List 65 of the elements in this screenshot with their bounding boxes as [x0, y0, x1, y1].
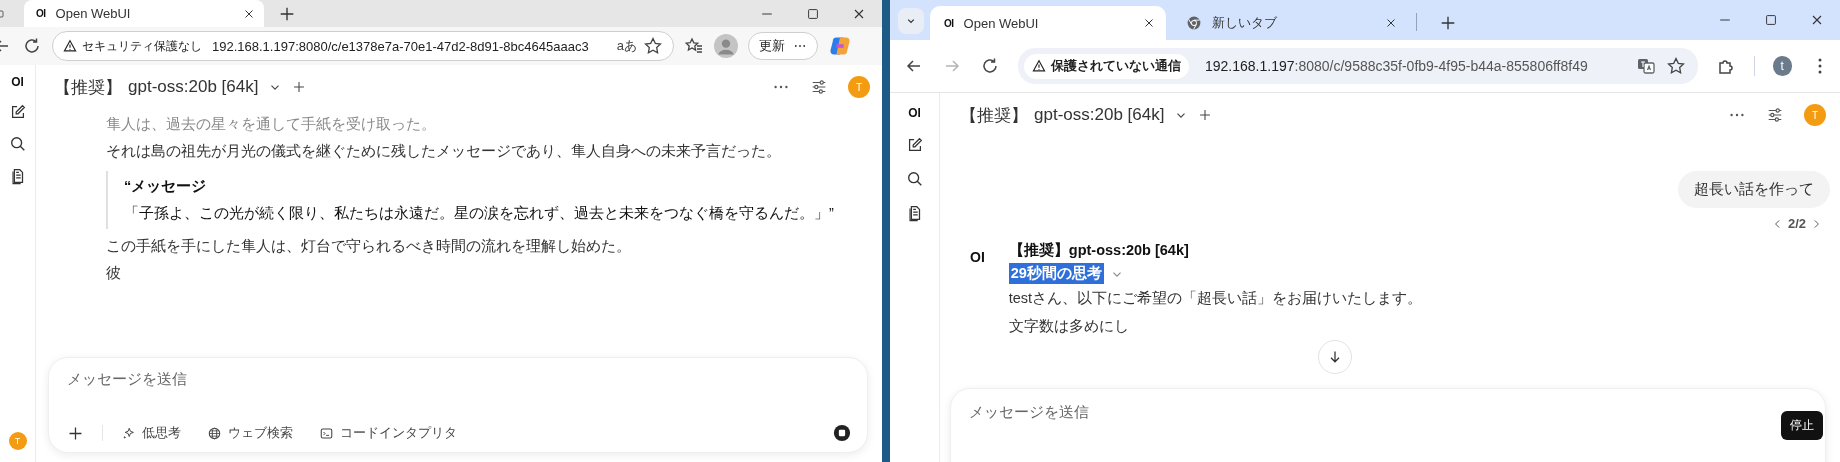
- quote-title: “メッセージ: [124, 177, 208, 196]
- url-text: 192.168.1.197:8080/c/9588c35f-0fb9-4f95-b44a-855806ff8f49: [1205, 58, 1588, 74]
- scroll-down-button[interactable]: [1318, 340, 1352, 374]
- favorites-icon[interactable]: [684, 36, 704, 56]
- security-chip[interactable]: 保護されていない通信: [1024, 53, 1189, 79]
- terminal-icon: [319, 425, 334, 441]
- search-icon[interactable]: [8, 135, 27, 153]
- translate-icon[interactable]: [1635, 56, 1656, 76]
- new-tab-icon[interactable]: [1439, 14, 1457, 32]
- thinking-label[interactable]: 29秒間の思考: [1008, 263, 1104, 284]
- tooltip: 停止: [1781, 411, 1823, 440]
- model-logo: OI: [970, 249, 985, 267]
- input-tool-button[interactable]: 低思考: [121, 424, 181, 442]
- read-aloud-button[interactable]: aあ: [616, 37, 637, 55]
- browser-tab[interactable]: OI Open WebUI: [930, 6, 1166, 40]
- maximize-icon[interactable]: [1763, 12, 1779, 28]
- message-text: 文字数は多めにし: [1008, 317, 1130, 336]
- browser-tab[interactable]: 新しいタブ: [1172, 6, 1408, 40]
- browser-tab[interactable]: OI Open WebUI: [24, 0, 264, 27]
- profile-avatar[interactable]: t: [1772, 56, 1792, 76]
- message-text: 彼: [106, 264, 122, 283]
- url-text: 192.168.1.197:8080/c/e1378e7a-70e1-47d2-8d91-8bc4645aaac3: [212, 38, 589, 54]
- stop-icon[interactable]: [833, 424, 851, 442]
- model-selector[interactable]: 【推奨】 gpt-oss:20b [64k]: [54, 75, 259, 99]
- input-tool-button[interactable]: ウェブ検索: [207, 424, 293, 442]
- add-model-icon[interactable]: [1198, 108, 1213, 122]
- address-bar[interactable]: 保護されていない通信 192.168.1.197:8080/c/9588c35f-0fb9-4f95-b44a-855806ff8f49: [1018, 48, 1698, 84]
- open-webui-logo[interactable]: OI: [908, 106, 921, 120]
- quote-text: 「子孫よ、この光が続く限り、私たちは永遠だ。星の涙を忘れず、過去と未来をつなぐ橋を守るんだ。」”: [124, 204, 835, 223]
- message-text: それは島の祖先が月光の儀式を継ぐために残したメッセージであり、隼人自身への未来予言だった。: [106, 142, 782, 161]
- message-text: この手紙を手にした隼人は、灯台で守られるべき時間の流れを理解し始めた。: [106, 237, 632, 256]
- warning-icon: [1032, 59, 1046, 73]
- model-selector[interactable]: 【推奨】 gpt-oss:20b [64k]: [960, 103, 1165, 127]
- address-bar[interactable]: セキュリティ保護なし 192.168.1.197:8080/c/e1378e7a-70e1-47d2-8d91-8bc4645aaac3 aあ: [52, 31, 674, 61]
- browser-logo-icon: [1186, 15, 1202, 31]
- message-text: 隼人は、過去の星々を通して手紙を受け取った。: [106, 115, 437, 134]
- model-name: 【推奨】gpt-oss:20b [64k]: [1008, 241, 1190, 260]
- input-placeholder: メッセージを送信: [969, 403, 1090, 422]
- update-button[interactable]: 更新: [748, 32, 818, 60]
- reload-icon[interactable]: [22, 36, 42, 56]
- open-webui-logo[interactable]: OI: [11, 75, 24, 89]
- profile-icon[interactable]: [714, 34, 738, 58]
- input-tool-button[interactable]: コードインタプリタ: [319, 424, 457, 442]
- tab-title: 新しいタブ: [1212, 14, 1278, 32]
- input-placeholder: メッセージを送信: [67, 370, 188, 389]
- tab-title: Open WebUI: [963, 15, 1040, 31]
- bookmark-star-icon[interactable]: [1665, 56, 1686, 76]
- open-webui-logo: OI: [36, 8, 46, 19]
- message-text: testさん、以下にご希望の「超長い話」をお届けいたします。: [1008, 289, 1423, 308]
- message-input[interactable]: メッセージを送信 停止: [950, 388, 1826, 462]
- warning-icon: [63, 39, 77, 53]
- security-label: 保護されていない通信: [1051, 57, 1181, 75]
- bookmark-star-icon[interactable]: [643, 36, 663, 56]
- search-icon[interactable]: [905, 170, 924, 188]
- controls-icon[interactable]: [810, 78, 828, 96]
- sparkle-icon: [121, 425, 136, 441]
- reload-icon[interactable]: [980, 56, 1000, 76]
- page-counter: 2/2: [1787, 216, 1806, 231]
- tab-title: Open WebUI: [55, 6, 132, 21]
- open-webui-logo: OI: [944, 17, 954, 29]
- user-message: 超長い話を作って: [1678, 171, 1830, 208]
- controls-icon[interactable]: [1766, 106, 1784, 124]
- globe-icon: [207, 425, 222, 441]
- message-input[interactable]: メッセージを送信 低思考 ウェブ検索 コードインタプリタ: [48, 357, 868, 453]
- add-model-icon[interactable]: [292, 80, 307, 94]
